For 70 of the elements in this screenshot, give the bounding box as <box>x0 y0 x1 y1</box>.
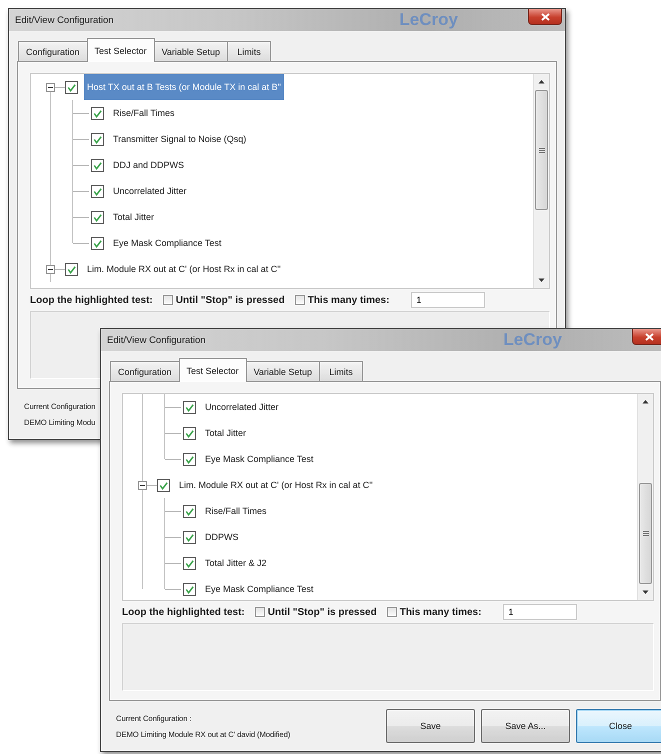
checkbox[interactable] <box>91 210 104 224</box>
checkbox-label[interactable]: This many times: <box>308 294 390 306</box>
tab[interactable]: Limits <box>226 41 271 61</box>
dialog-button[interactable]: Close <box>576 709 661 743</box>
tree-item[interactable]: Uncorrelated Jitter <box>110 183 190 199</box>
checkbox-label[interactable]: Until "Stop" is pressed <box>268 606 377 618</box>
collapse-icon[interactable] <box>138 480 147 490</box>
tab[interactable]: Limits <box>318 361 363 381</box>
scroll-thumb[interactable] <box>639 483 652 584</box>
scroll-bar[interactable] <box>637 394 653 600</box>
collapse-icon[interactable] <box>46 264 55 274</box>
tree-item[interactable]: DDPWS <box>202 529 242 545</box>
scroll-thumb[interactable] <box>535 90 548 210</box>
checkbox-label[interactable]: This many times: <box>400 606 482 618</box>
tree-item[interactable]: Host TX out at B Tests (or Module TX in cal at B'' <box>84 74 284 100</box>
checkbox[interactable] <box>183 426 196 440</box>
checkbox[interactable] <box>91 184 104 198</box>
close-button[interactable] <box>528 9 562 25</box>
tree-item[interactable]: Eye Mask Compliance Test <box>202 451 316 467</box>
close-button[interactable] <box>632 329 661 345</box>
brand-logo: LeCroy <box>503 330 562 350</box>
tree-item[interactable]: Total Jitter <box>202 425 250 441</box>
tree-item[interactable]: Lim. Module RX out at C' (or Host Rx in cal at C'' <box>84 261 284 277</box>
checkbox[interactable] <box>183 504 196 518</box>
checkbox[interactable] <box>183 452 196 466</box>
tree-item[interactable]: Uncorrelated Jitter <box>202 399 282 415</box>
checkbox[interactable] <box>65 80 78 94</box>
tree-item[interactable]: Transmitter Signal to Noise (Qsq) <box>110 131 250 147</box>
tab[interactable]: Variable Setup <box>154 41 228 61</box>
tab[interactable]: Configuration <box>110 361 180 381</box>
checkbox[interactable] <box>91 132 104 146</box>
checkbox[interactable] <box>157 478 170 492</box>
tab[interactable]: Configuration <box>18 41 88 61</box>
dialog-button[interactable]: Save <box>386 709 475 743</box>
window-title: Edit/View Configuration <box>107 334 207 346</box>
tree-item[interactable]: DDJ and DDPWS <box>110 157 188 173</box>
checkbox-label[interactable]: Until "Stop" is pressed <box>176 294 285 306</box>
tab[interactable]: Test Selector <box>178 358 247 382</box>
tree-item[interactable]: Total Jitter <box>110 209 158 225</box>
checkbox[interactable] <box>91 158 104 172</box>
window-title: Edit/View Configuration <box>15 14 115 26</box>
loop-label: Loop the highlighted test: <box>30 294 153 306</box>
checkbox[interactable] <box>183 400 196 414</box>
close-icon[interactable] <box>644 332 654 340</box>
tree-item[interactable]: Rise/Fall Times <box>110 105 178 121</box>
checkbox[interactable] <box>183 530 196 544</box>
tree-item[interactable]: Total Jitter & J2 <box>202 555 270 571</box>
close-icon[interactable] <box>540 12 550 20</box>
tab[interactable]: Variable Setup <box>246 361 320 381</box>
tree-item[interactable]: Lim. Module RX out at C' (or Host Rx in cal at C'' <box>176 477 376 493</box>
checkbox[interactable] <box>162 295 173 305</box>
checkbox[interactable] <box>91 236 104 250</box>
tree-item[interactable]: Rise/Fall Times <box>202 503 270 519</box>
dialog-button[interactable]: Save As... <box>481 709 570 743</box>
loop-label: Loop the highlighted test: <box>122 606 245 618</box>
checkbox[interactable] <box>65 262 78 276</box>
tree-item[interactable]: Eye Mask Compliance Test <box>202 581 316 597</box>
tab[interactable]: Test Selector <box>86 38 155 62</box>
scroll-bar[interactable] <box>533 74 549 288</box>
checkbox[interactable] <box>91 106 104 120</box>
checkbox[interactable] <box>183 556 196 570</box>
tree-item[interactable]: Eye Mask Compliance Test <box>110 235 224 251</box>
checkbox[interactable] <box>386 607 397 617</box>
checkbox[interactable] <box>183 582 196 596</box>
count-field[interactable]: 1 <box>503 604 578 620</box>
collapse-icon[interactable] <box>46 82 55 92</box>
checkbox[interactable] <box>254 607 265 617</box>
brand-logo: LeCroy <box>399 10 458 30</box>
checkbox[interactable] <box>294 295 305 305</box>
count-field[interactable]: 1 <box>411 292 486 308</box>
